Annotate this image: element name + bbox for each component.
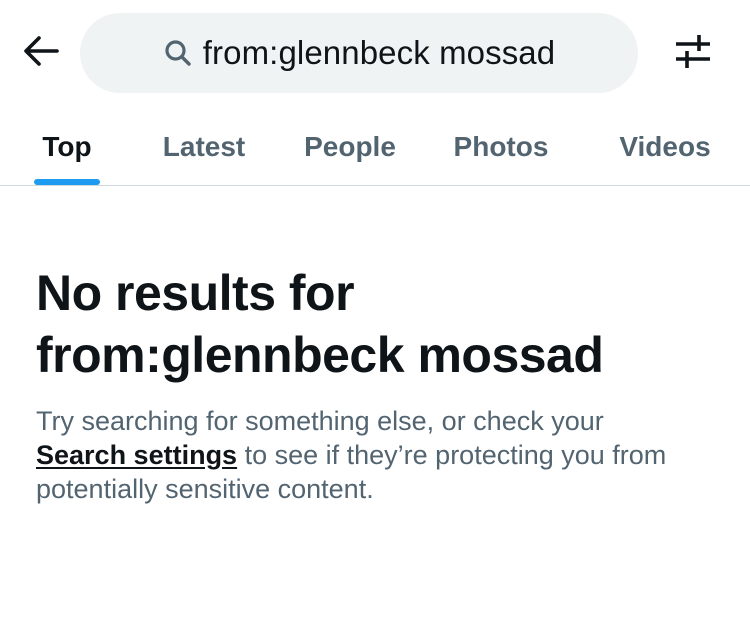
empty-state-title: No results for from:glennbeck mossad bbox=[36, 262, 726, 386]
search-settings-link[interactable]: Search settings bbox=[36, 440, 237, 470]
search-tabs: Top Latest People Photos Videos bbox=[0, 108, 750, 186]
tab-people[interactable]: People bbox=[298, 108, 402, 186]
empty-title-line-2: from:glennbeck mossad bbox=[36, 327, 604, 383]
search-header: from:glennbeck mossad bbox=[0, 0, 750, 108]
empty-message-text: Try searching for something else, or che… bbox=[36, 406, 604, 436]
empty-state: No results for from:glennbeck mossad Try… bbox=[36, 262, 726, 506]
search-input[interactable]: from:glennbeck mossad bbox=[80, 13, 638, 93]
tab-latest[interactable]: Latest bbox=[156, 108, 252, 186]
search-filter-button[interactable] bbox=[668, 30, 718, 76]
active-tab-indicator bbox=[34, 179, 100, 185]
tab-photos[interactable]: Photos bbox=[448, 108, 554, 186]
tab-top[interactable]: Top bbox=[34, 108, 100, 186]
search-query: from:glennbeck mossad bbox=[202, 34, 556, 71]
empty-title-line-1: No results for bbox=[36, 265, 355, 321]
tab-videos[interactable]: Videos bbox=[612, 108, 718, 186]
search-icon bbox=[163, 38, 193, 68]
arrow-left-icon bbox=[21, 31, 61, 76]
back-button[interactable] bbox=[18, 30, 64, 76]
empty-state-message: Try searching for something else, or che… bbox=[36, 404, 726, 506]
sliders-icon bbox=[673, 31, 713, 76]
